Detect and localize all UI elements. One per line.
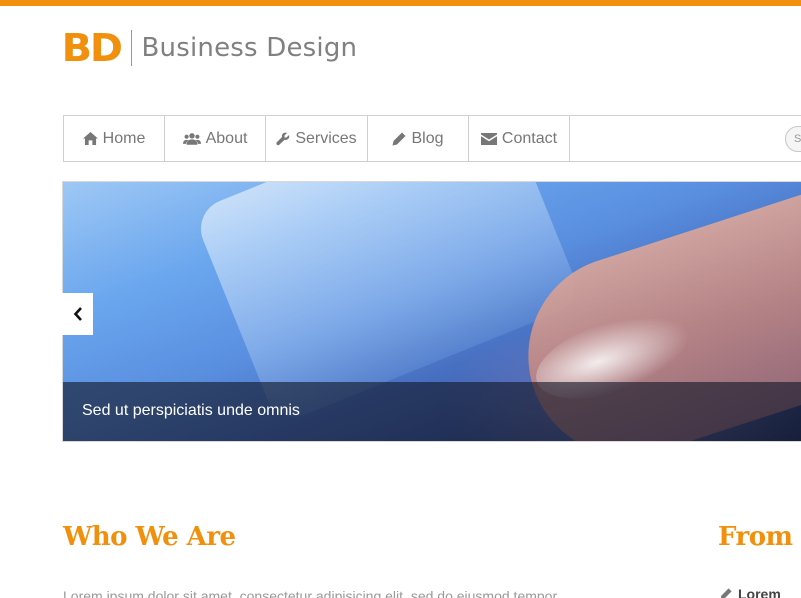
- pencil-icon: [392, 132, 406, 145]
- site-logo[interactable]: BD Business Design: [61, 26, 358, 70]
- hero-slider[interactable]: Sed ut perspiciatis unde omnis: [62, 181, 801, 442]
- blog-post-link[interactable]: Lorem: [720, 586, 781, 598]
- users-icon: [182, 133, 201, 145]
- who-we-are-text: Lorem ipsum dolor sit amet, consectetur …: [63, 588, 558, 598]
- nav-item-contact[interactable]: Contact: [469, 116, 570, 161]
- nav-item-about[interactable]: About: [165, 116, 266, 161]
- logo-divider: [130, 30, 132, 66]
- logo-mark: BD: [61, 26, 123, 70]
- home-icon: [82, 132, 98, 145]
- nav-item-services[interactable]: Services: [266, 116, 368, 161]
- main-nav: Home About Services Blog Contact: [63, 115, 801, 162]
- nav-label-blog: Blog: [411, 129, 444, 147]
- nav-label-contact: Contact: [501, 129, 558, 147]
- slider-prev-button[interactable]: [62, 293, 93, 335]
- wrench-icon: [276, 132, 290, 145]
- envelope-icon: [480, 132, 497, 145]
- pencil-icon: [720, 588, 732, 598]
- slide-caption: Sed ut perspiciatis unde omnis: [82, 402, 300, 419]
- blog-post-title: Lorem: [738, 586, 781, 598]
- nav-label-about: About: [205, 129, 248, 147]
- nav-item-home[interactable]: Home: [64, 116, 165, 161]
- top-accent-bar: [0, 0, 801, 6]
- who-we-are-title: Who We Are: [63, 522, 236, 552]
- from-the-blog-title: From T: [718, 522, 801, 552]
- site-name: Business Design: [141, 33, 358, 63]
- nav-label-services: Services: [295, 129, 357, 147]
- nav-label-home: Home: [102, 129, 146, 147]
- chevron-left-icon: [73, 307, 82, 321]
- nav-item-blog[interactable]: Blog: [368, 116, 469, 161]
